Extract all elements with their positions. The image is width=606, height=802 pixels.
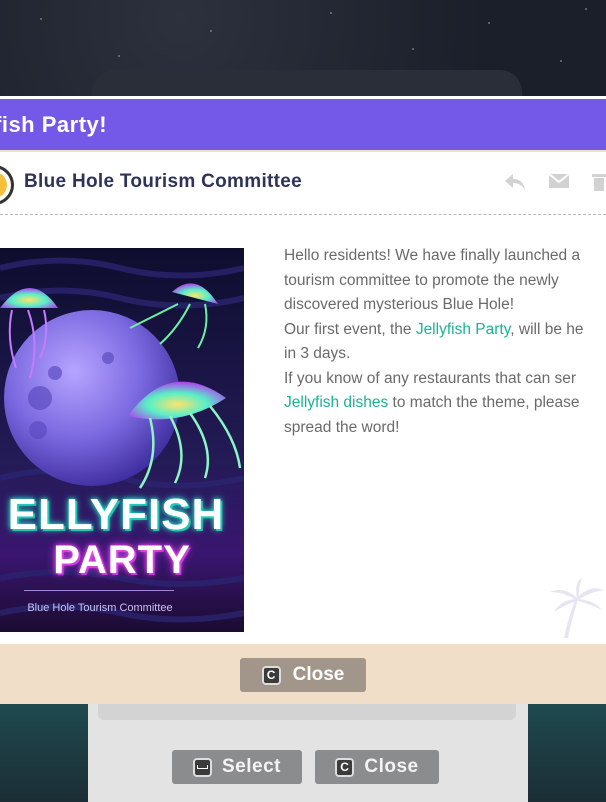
mail-body-text: Hello residents! We have finally launche… [284,244,606,440]
c-key-icon: C [335,757,355,777]
mail-card: Blue Hole Tourism Committee ELLYFISH PAR… [0,152,606,644]
poster-title-line2: PARTY [53,538,191,582]
poster-title-line1: ELLYFISH [7,490,225,539]
sender-row: Blue Hole Tourism Committee [0,152,606,215]
close-button-label: Close [292,664,345,685]
sender-name: Blue Hole Tourism Committee [24,171,303,192]
select-hint-label: Select [222,756,281,777]
star [585,8,587,10]
c-key-icon: C [261,665,281,685]
dialog-title-bar: fish Party! [0,96,606,150]
background-close-hint-button[interactable]: C Close [315,750,439,784]
background-close-label: Close [364,756,419,777]
jellyfish-party-poster: ELLYFISH PARTY Blue Hole Tourism Committ… [0,248,244,632]
reply-icon[interactable] [504,172,526,192]
star [560,60,562,62]
mail-dialog: fish Party! Blue Hole Tourism Committee [0,96,606,704]
poster-subtitle: Blue Hole Tourism Committee [27,602,173,614]
star [40,18,42,20]
palm-tree-icon [550,578,604,638]
select-hint-button[interactable]: Select [172,750,302,784]
mail-actions [504,172,606,192]
trash-icon[interactable] [592,172,606,192]
star [118,55,120,57]
star [412,48,414,50]
sender-avatar [0,165,14,205]
highlighted-keyword: Jellyfish Party [415,320,511,338]
background-menu-inner [98,704,516,720]
mail-icon[interactable] [548,172,570,192]
highlighted-keyword: Jellyfish dishes [284,394,389,411]
star [210,30,212,32]
star [330,12,332,14]
close-button[interactable]: C Close [240,658,366,692]
dialog-title: fish Party! [0,111,108,137]
star [488,22,490,24]
space-key-icon [193,757,212,777]
poster-divider [24,590,174,591]
